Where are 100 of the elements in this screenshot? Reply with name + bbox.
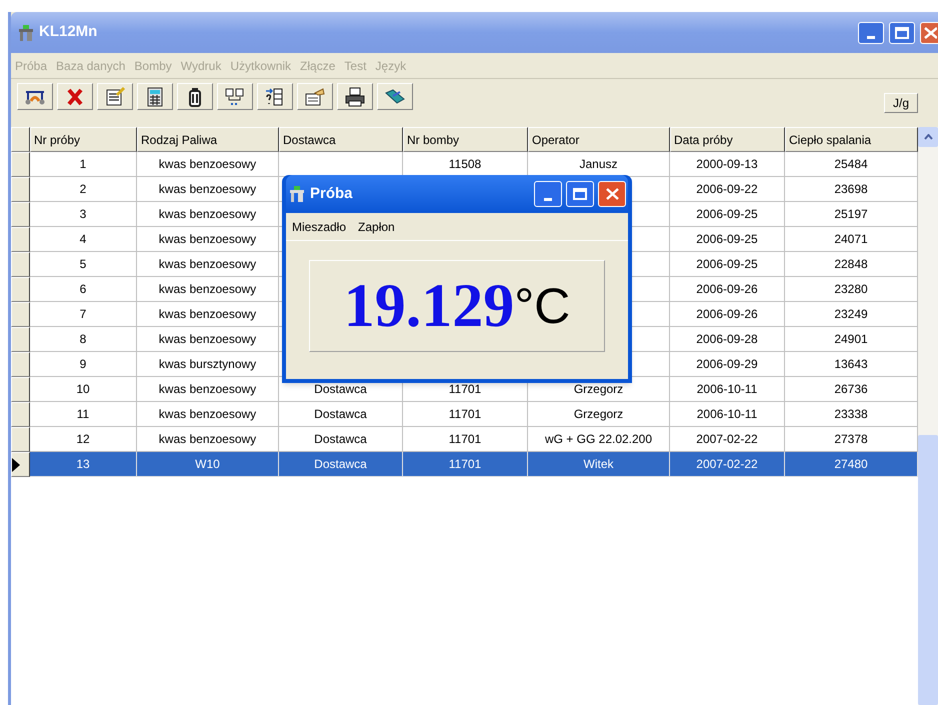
table-cell: W10 [137, 452, 279, 477]
scroll-up-button[interactable] [918, 127, 938, 147]
table-cell: Grzegorz [528, 402, 670, 427]
table-cell: 2006-09-25 [670, 202, 785, 227]
table-cell: 7 [30, 302, 137, 327]
window-title: KL12Mn [39, 22, 98, 42]
table-cell: 2006-09-28 [670, 327, 785, 352]
table-cell: 2 [30, 177, 137, 202]
toolbar-button[interactable] [377, 83, 413, 110]
close-icon [924, 26, 937, 38]
table-cell: 2006-10-11 [670, 402, 785, 427]
maximize-button[interactable] [889, 22, 915, 44]
scrollbar[interactable] [918, 127, 938, 705]
toolbar-button[interactable] [257, 83, 293, 110]
column-header[interactable]: Data próby [670, 127, 785, 152]
table-cell: kwas benzoesowy [137, 227, 279, 252]
toolbar-button[interactable] [97, 83, 133, 110]
table-cell: kwas benzoesowy [137, 252, 279, 277]
table-cell: 2006-09-29 [670, 352, 785, 377]
table-cell: kwas benzoesowy [137, 377, 279, 402]
table-cell: 3 [30, 202, 137, 227]
table-cell: 23698 [785, 177, 918, 202]
column-header[interactable]: Dostawca [279, 127, 403, 152]
table-cell: 12 [30, 427, 137, 452]
table-cell: 13 [30, 452, 137, 477]
toolbar-button[interactable] [337, 83, 373, 110]
row-header[interactable] [11, 227, 30, 252]
table-cell: kwas benzoesowy [137, 202, 279, 227]
table-cell: 25484 [785, 152, 918, 177]
row-header[interactable] [11, 302, 30, 327]
table-cell: 6 [30, 277, 137, 302]
toolbar-button[interactable] [137, 83, 173, 110]
row-header [11, 127, 30, 152]
toolbar-button[interactable] [297, 83, 333, 110]
table-cell: 2000-09-13 [670, 152, 785, 177]
table-cell: Dostawca [279, 427, 403, 452]
table-cell: 27480 [785, 452, 918, 477]
table-cell: 11701 [403, 427, 528, 452]
table-cell: 4 [30, 227, 137, 252]
minimize-icon [867, 36, 875, 38]
row-header[interactable] [11, 177, 30, 202]
row-header[interactable] [11, 277, 30, 302]
column-header[interactable]: Ciepło spalania [785, 127, 918, 152]
column-header[interactable]: Nr bomby [403, 127, 528, 152]
row-header[interactable] [11, 427, 30, 452]
column-header[interactable]: Operator [528, 127, 670, 152]
table-cell: 11701 [403, 452, 528, 477]
table-cell: 11 [30, 402, 137, 427]
toolbar-button[interactable] [217, 83, 253, 110]
table-cell: 24901 [785, 327, 918, 352]
column-header[interactable]: Rodzaj Paliwa [137, 127, 279, 152]
maximize-icon [573, 188, 587, 200]
row-header[interactable] [11, 377, 30, 402]
table-cell: 23249 [785, 302, 918, 327]
column-header[interactable]: Nr próby [30, 127, 137, 152]
close-icon [606, 188, 618, 200]
temperature-unit: °C [514, 281, 570, 331]
dialog-title: Próba [310, 184, 353, 204]
table-cell: kwas benzoesowy [137, 277, 279, 302]
row-header[interactable] [11, 402, 30, 427]
table-cell: kwas benzoesowy [137, 152, 279, 177]
row-header[interactable] [11, 327, 30, 352]
row-header[interactable] [11, 452, 30, 477]
temperature-value: 19.129 [344, 275, 514, 337]
menu-item[interactable]: Zapłon [358, 218, 395, 236]
toolbar-button[interactable] [17, 83, 53, 110]
unit-button[interactable]: J/g [884, 93, 918, 113]
table-cell: 2006-09-26 [670, 302, 785, 327]
scroll-thumb[interactable] [918, 435, 938, 705]
minimize-button[interactable] [534, 181, 562, 207]
table-cell: 5 [30, 252, 137, 277]
table-cell: 2007-02-22 [670, 452, 785, 477]
table-cell: kwas benzoesowy [137, 427, 279, 452]
app-icon [17, 24, 35, 42]
toolbar-button[interactable] [177, 83, 213, 110]
maximize-icon [895, 26, 909, 38]
close-button[interactable] [598, 181, 626, 207]
minimize-button[interactable] [858, 22, 884, 44]
row-header[interactable] [11, 252, 30, 277]
table-cell: 2006-09-25 [670, 252, 785, 277]
row-header[interactable] [11, 202, 30, 227]
maximize-button[interactable] [566, 181, 594, 207]
table-cell: 2007-02-22 [670, 427, 785, 452]
table-cell: kwas bursztynowy [137, 352, 279, 377]
table-cell: 23338 [785, 402, 918, 427]
table-cell: 26736 [785, 377, 918, 402]
table-cell: kwas benzoesowy [137, 177, 279, 202]
table-cell: Dostawca [279, 452, 403, 477]
table-cell: 2006-10-11 [670, 377, 785, 402]
table-cell: 10 [30, 377, 137, 402]
row-header[interactable] [11, 152, 30, 177]
table-cell: 9 [30, 352, 137, 377]
menu-item[interactable]: Mieszadło [292, 218, 346, 236]
table-cell: 11701 [403, 402, 528, 427]
printer-icon [343, 84, 367, 108]
table-cell: kwas benzoesowy [137, 402, 279, 427]
minimize-icon [544, 198, 552, 201]
close-button[interactable] [920, 22, 938, 44]
table-cell: 2006-09-26 [670, 277, 785, 302]
row-header[interactable] [11, 352, 30, 377]
